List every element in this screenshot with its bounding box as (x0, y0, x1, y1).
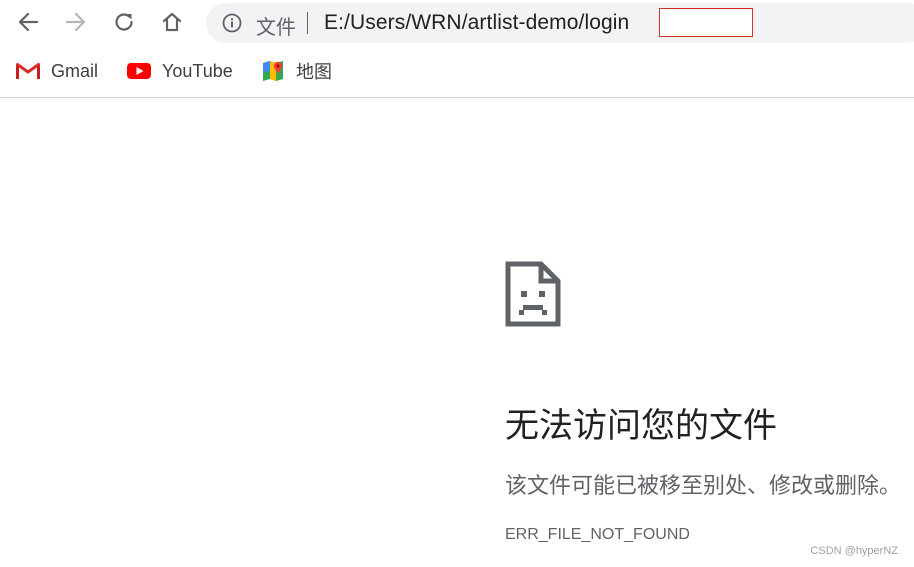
arrow-right-icon (65, 12, 86, 32)
error-page: 无法访问您的文件 该文件可能已被移至别处、修改或删除。 ERR_FILE_NOT… (0, 98, 914, 567)
error-subtitle: 该文件可能已被移至别处、修改或删除。 (505, 474, 902, 499)
url-scheme-label: 文件 (256, 15, 296, 39)
back-button[interactable] (11, 5, 45, 39)
home-icon (162, 12, 182, 32)
reload-icon (115, 13, 133, 31)
address-bar[interactable]: 文件 E:/Users/WRN/artlist-demo/login (206, 3, 914, 43)
bookmark-label: YouTube (162, 60, 233, 81)
bookmark-label: Gmail (51, 60, 99, 81)
arrow-left-icon (18, 12, 39, 32)
watermark: CSDN @hyperNZ (810, 545, 898, 557)
maps-icon (260, 60, 286, 82)
home-button[interactable] (155, 5, 189, 39)
error-code: ERR_FILE_NOT_FOUND (505, 526, 690, 543)
sad-file-icon (505, 261, 561, 327)
info-icon[interactable] (222, 13, 242, 33)
redaction-box (659, 8, 753, 37)
error-title: 无法访问您的文件 (505, 406, 777, 446)
bookmark-youtube[interactable]: YouTube (126, 56, 233, 86)
bookmarks-bar: Gmail YouTube 地图 (0, 46, 914, 98)
bookmark-label: 地图 (296, 62, 332, 82)
bookmark-maps[interactable]: 地图 (260, 56, 332, 86)
gmail-icon (15, 60, 41, 82)
browser-toolbar: 文件 E:/Users/WRN/artlist-demo/login (0, 0, 914, 46)
bookmark-gmail[interactable]: Gmail (15, 56, 98, 86)
url-text[interactable]: E:/Users/WRN/artlist-demo/login (324, 11, 629, 35)
youtube-icon (126, 60, 152, 82)
url-separator (307, 12, 308, 34)
forward-button[interactable] (59, 5, 93, 39)
reload-button[interactable] (107, 5, 141, 39)
